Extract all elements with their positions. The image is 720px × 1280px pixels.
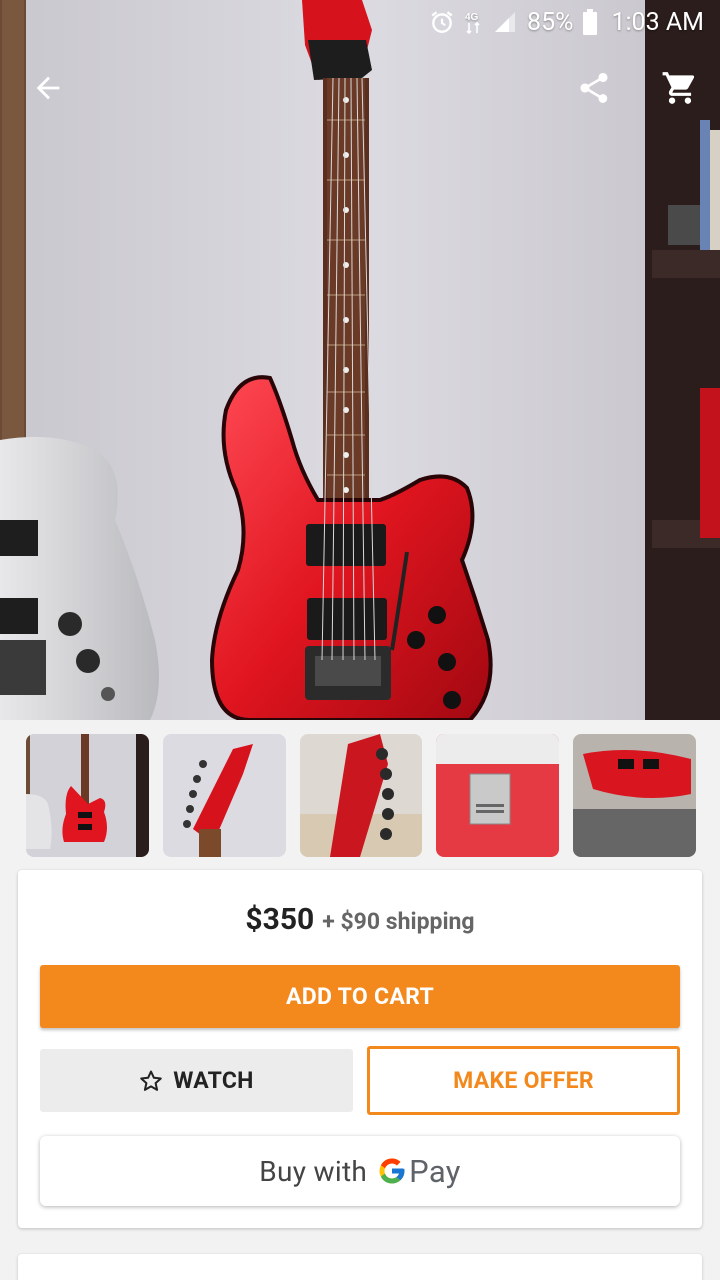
thumbnail-1[interactable] — [26, 734, 149, 857]
price-row: $350 + $90 shipping — [18, 902, 702, 937]
back-button[interactable] — [20, 62, 76, 118]
make-offer-label: MAKE OFFER — [453, 1067, 594, 1094]
arrow-left-icon — [31, 71, 65, 109]
alarm-icon — [429, 9, 455, 35]
add-to-cart-label: ADD TO CART — [285, 983, 435, 1010]
data-4g-icon: 4G — [465, 9, 483, 35]
signal-icon — [493, 10, 517, 34]
make-offer-button[interactable]: MAKE OFFER — [367, 1046, 680, 1115]
cart-button[interactable] — [652, 62, 708, 118]
battery-icon — [583, 9, 598, 35]
shipping-cost: + $90 shipping — [322, 908, 475, 935]
gpay-suffix: Pay — [409, 1152, 461, 1190]
share-button[interactable] — [566, 62, 622, 118]
thumbnail-5[interactable] — [573, 734, 696, 857]
cart-icon — [661, 69, 699, 111]
add-to-cart-button[interactable]: ADD TO CART — [40, 965, 680, 1028]
google-g-icon — [377, 1156, 407, 1186]
thumbnail-strip — [26, 734, 696, 858]
star-outline-icon — [139, 1069, 163, 1093]
next-section-card — [18, 1254, 702, 1280]
watch-label: WATCH — [173, 1067, 254, 1094]
battery-percent: 85% — [527, 7, 574, 37]
thumbnail-3[interactable] — [299, 734, 423, 857]
purchase-card: $350 + $90 shipping ADD TO CART WATCH MA… — [18, 870, 702, 1228]
watch-button[interactable]: WATCH — [40, 1049, 353, 1112]
status-bar: 4G 85% 1:03 AM — [0, 0, 720, 44]
google-pay-button[interactable]: Buy with Pay — [40, 1136, 680, 1206]
gpay-prefix: Buy with — [259, 1154, 368, 1188]
share-icon — [576, 70, 612, 110]
clock: 1:03 AM — [611, 7, 704, 37]
thumbnail-4[interactable] — [436, 734, 560, 857]
main-product-photo[interactable]: 4G 85% 1:03 AM — [0, 0, 720, 720]
price: $350 — [245, 902, 315, 937]
thumbnail-2[interactable] — [162, 734, 286, 857]
svg-text:4G: 4G — [465, 12, 479, 23]
